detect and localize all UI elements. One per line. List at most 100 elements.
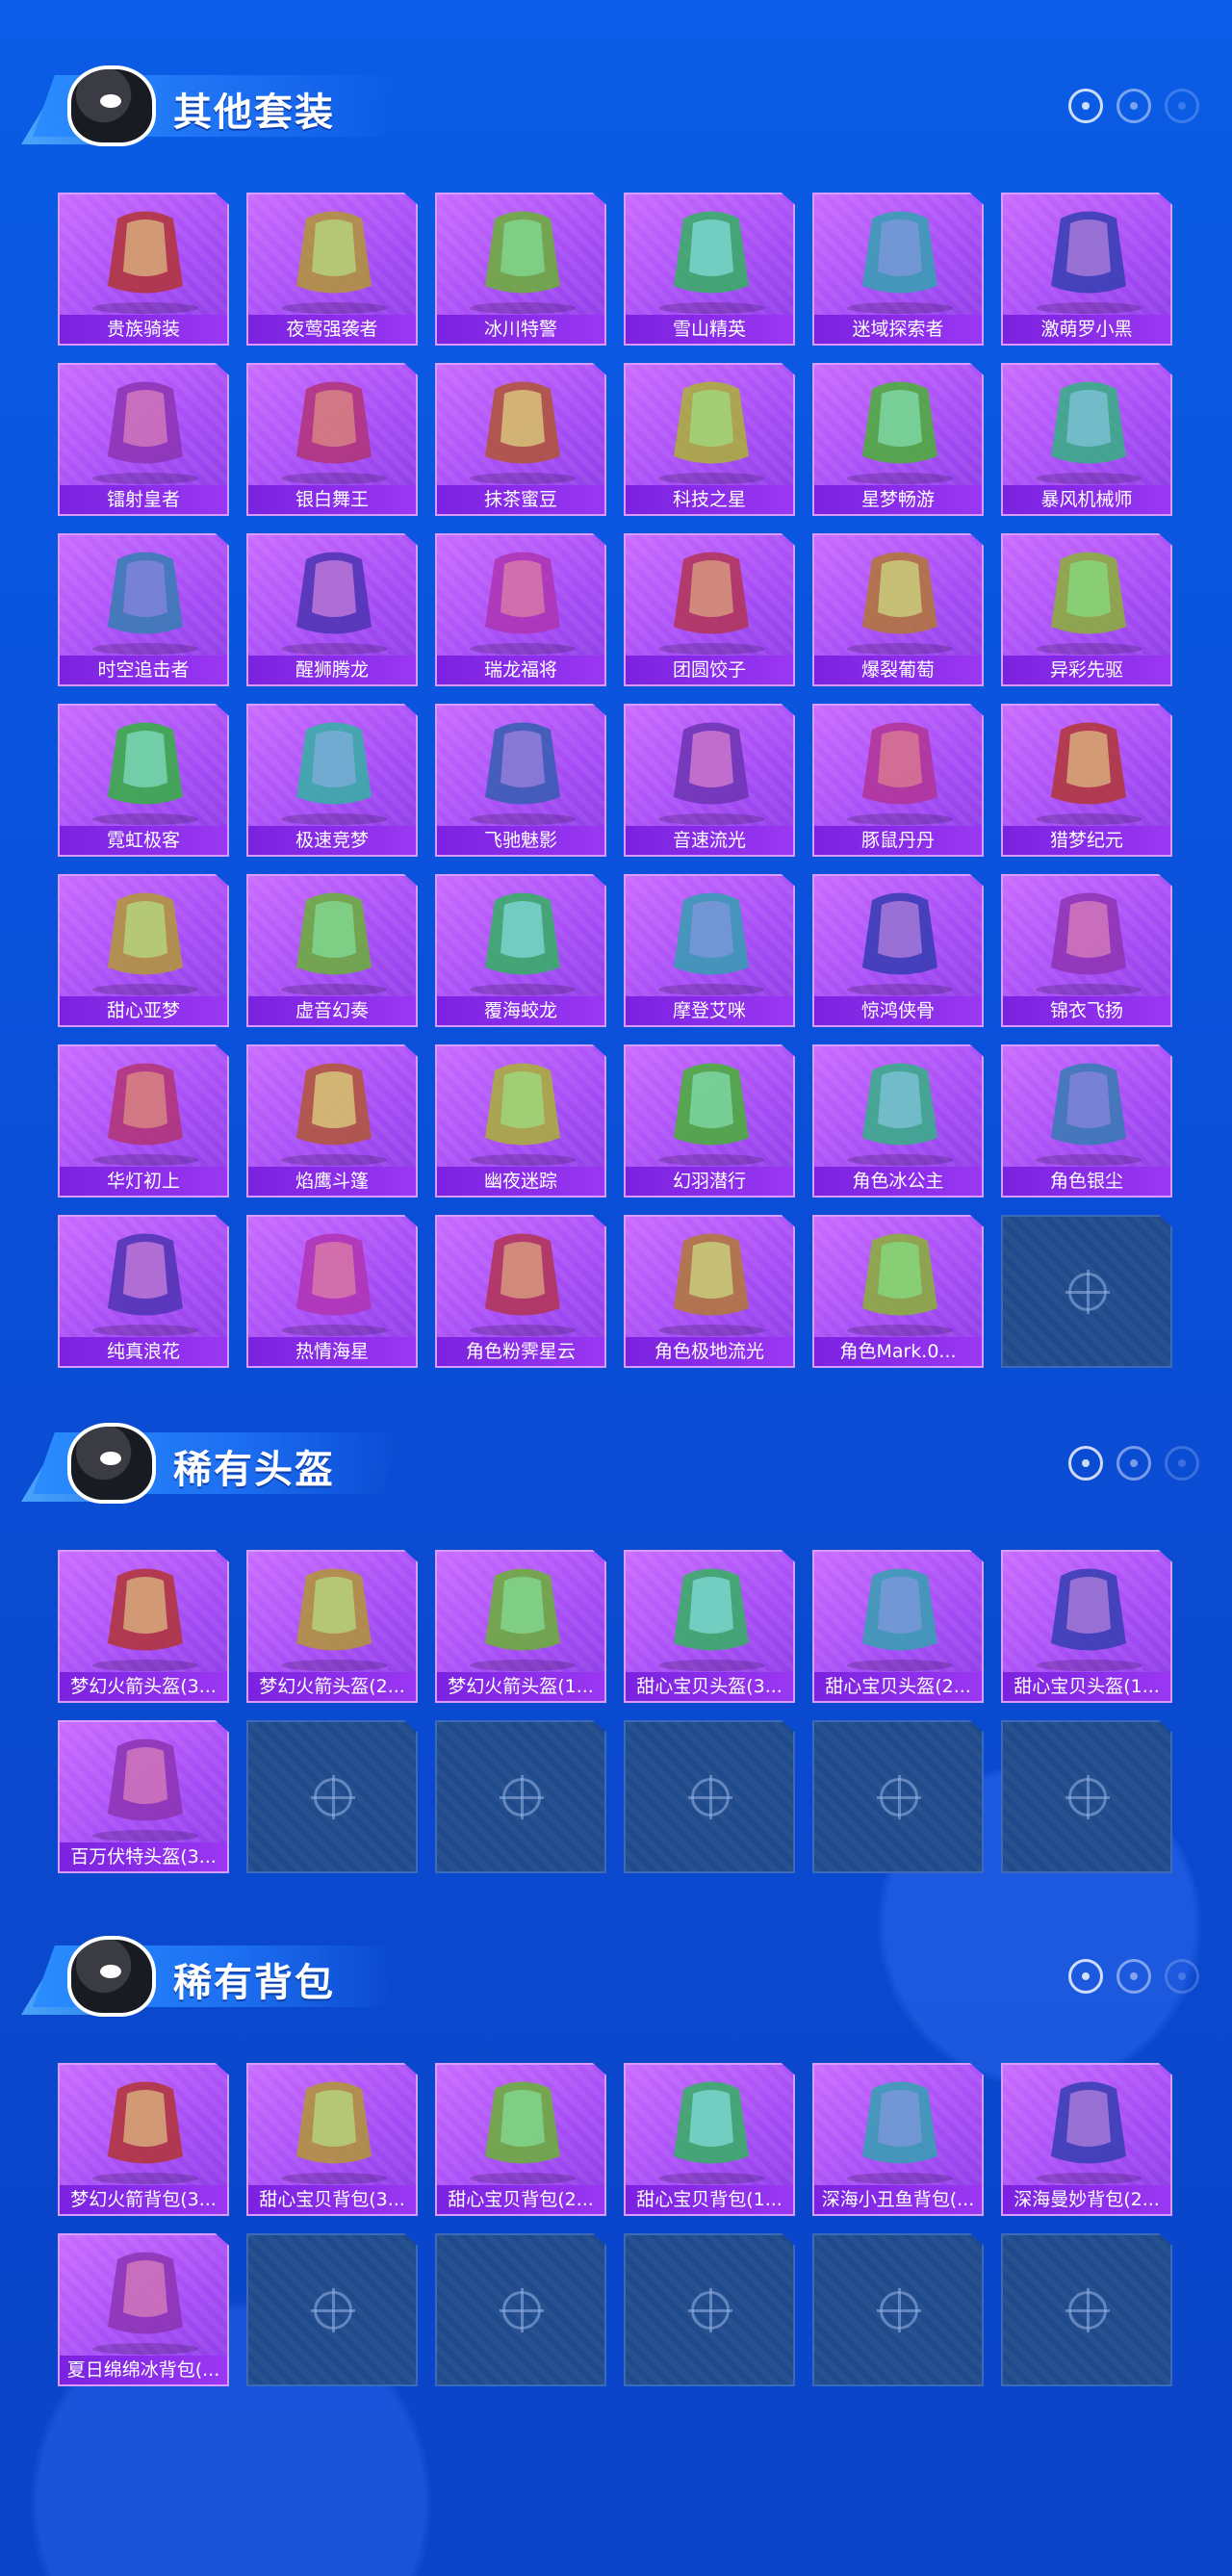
- item-card[interactable]: 惊鸿侠骨: [812, 874, 984, 1027]
- item-card[interactable]: 热情海星: [246, 1215, 418, 1368]
- empty-slot: [1001, 2233, 1172, 2386]
- item-card[interactable]: 梦幻火箭背包(3...: [58, 2063, 229, 2216]
- item-label: 甜心宝贝背包(2...: [437, 2185, 604, 2214]
- item-card[interactable]: 梦幻火箭头盔(2...: [246, 1550, 418, 1703]
- item-card[interactable]: 焰鹰斗篷: [246, 1044, 418, 1198]
- item-label: 时空追击者: [60, 656, 227, 684]
- item-card[interactable]: 百万伏特头盔(3...: [58, 1720, 229, 1873]
- item-card[interactable]: 霓虹极客: [58, 704, 229, 857]
- item-card[interactable]: 爆裂葡萄: [812, 533, 984, 686]
- mascot-icon: [67, 1936, 156, 2017]
- item-card[interactable]: 雪山精英: [624, 193, 795, 346]
- item-image: [60, 2065, 227, 2189]
- item-label: 霓虹极客: [60, 826, 227, 855]
- item-card[interactable]: 深海曼妙背包(2...: [1001, 2063, 1172, 2216]
- item-card[interactable]: 甜心宝贝头盔(3...: [624, 1550, 795, 1703]
- item-card[interactable]: 瑞龙福将: [435, 533, 606, 686]
- reticle-decoration: [1068, 89, 1199, 123]
- item-image: [814, 1217, 982, 1341]
- item-card[interactable]: 夏日绵绵冰背包(...: [58, 2233, 229, 2386]
- item-card[interactable]: 镭射皇者: [58, 363, 229, 516]
- item-card[interactable]: 音速流光: [624, 704, 795, 857]
- item-card[interactable]: 猎梦纪元: [1001, 704, 1172, 857]
- item-card[interactable]: 醒狮腾龙: [246, 533, 418, 686]
- item-card[interactable]: 角色极地流光: [624, 1215, 795, 1368]
- item-card[interactable]: 抹茶蜜豆: [435, 363, 606, 516]
- item-card[interactable]: 梦幻火箭头盔(1...: [435, 1550, 606, 1703]
- section-header: 稀有背包: [0, 1919, 1232, 2024]
- item-card[interactable]: 异彩先驱: [1001, 533, 1172, 686]
- item-card[interactable]: 角色冰公主: [812, 1044, 984, 1198]
- item-image: [60, 706, 227, 830]
- mascot-icon: [67, 65, 156, 146]
- item-image: [814, 1046, 982, 1171]
- item-image: [60, 1046, 227, 1171]
- item-card[interactable]: 夜莺强袭者: [246, 193, 418, 346]
- crosshair-icon: [500, 1775, 544, 1819]
- section-title: 其他套装: [173, 90, 335, 135]
- item-card[interactable]: 幻羽潜行: [624, 1044, 795, 1198]
- item-card[interactable]: 梦幻火箭头盔(3...: [58, 1550, 229, 1703]
- item-card[interactable]: 甜心亚梦: [58, 874, 229, 1027]
- empty-slot: [435, 2233, 606, 2386]
- item-label: 银白舞王: [248, 485, 416, 514]
- item-card[interactable]: 暴风机械师: [1001, 363, 1172, 516]
- section-rare-backpacks: 稀有背包 梦幻火箭背包(3... 甜心宝贝背包(3... 甜心宝贝背包(2... 甜心…: [0, 1919, 1232, 2386]
- item-card[interactable]: 星梦畅游: [812, 363, 984, 516]
- item-card[interactable]: 甜心宝贝背包(1...: [624, 2063, 795, 2216]
- item-card[interactable]: 摩登艾咪: [624, 874, 795, 1027]
- item-card[interactable]: 深海小丑鱼背包(...: [812, 2063, 984, 2216]
- item-image: [248, 535, 416, 659]
- item-label: 梦幻火箭背包(3...: [60, 2185, 227, 2214]
- item-image: [248, 706, 416, 830]
- item-card[interactable]: 激萌罗小黑: [1001, 193, 1172, 346]
- item-label: 梦幻火箭头盔(3...: [60, 1672, 227, 1701]
- item-card[interactable]: 迷域探索者: [812, 193, 984, 346]
- item-image: [1003, 535, 1170, 659]
- item-card[interactable]: 角色粉霁星云: [435, 1215, 606, 1368]
- item-image: [437, 2065, 604, 2189]
- item-card[interactable]: 豚鼠丹丹: [812, 704, 984, 857]
- item-card[interactable]: 虚音幻奏: [246, 874, 418, 1027]
- item-card[interactable]: 角色银尘: [1001, 1044, 1172, 1198]
- item-card[interactable]: 时空追击者: [58, 533, 229, 686]
- item-card[interactable]: 角色Mark.0...: [812, 1215, 984, 1368]
- crosshair-icon: [500, 2288, 544, 2332]
- item-image: [626, 1217, 793, 1341]
- item-image: [437, 365, 604, 489]
- empty-slot: [435, 1720, 606, 1873]
- item-card[interactable]: 飞驰魅影: [435, 704, 606, 857]
- item-image: [626, 1046, 793, 1171]
- item-label: 甜心宝贝背包(1...: [626, 2185, 793, 2214]
- item-card[interactable]: 甜心宝贝头盔(2...: [812, 1550, 984, 1703]
- item-card[interactable]: 幽夜迷踪: [435, 1044, 606, 1198]
- item-card[interactable]: 科技之星: [624, 363, 795, 516]
- item-card[interactable]: 银白舞王: [246, 363, 418, 516]
- item-card[interactable]: 团圆饺子: [624, 533, 795, 686]
- item-label: 深海曼妙背包(2...: [1003, 2185, 1170, 2214]
- item-card[interactable]: 华灯初上: [58, 1044, 229, 1198]
- item-card[interactable]: 锦衣飞扬: [1001, 874, 1172, 1027]
- item-card[interactable]: 冰川特警: [435, 193, 606, 346]
- section-title: 稀有背包: [173, 1961, 335, 2005]
- item-label: 飞驰魅影: [437, 826, 604, 855]
- crosshair-icon: [688, 1775, 732, 1819]
- item-card[interactable]: 极速竞梦: [246, 704, 418, 857]
- item-label: 猎梦纪元: [1003, 826, 1170, 855]
- item-card[interactable]: 纯真浪花: [58, 1215, 229, 1368]
- item-image: [1003, 194, 1170, 319]
- item-card[interactable]: 贵族骑装: [58, 193, 229, 346]
- item-label: 甜心宝贝头盔(3...: [626, 1672, 793, 1701]
- crosshair-icon: [1065, 2288, 1110, 2332]
- item-label: 惊鸿侠骨: [814, 996, 982, 1025]
- item-image: [814, 876, 982, 1000]
- crosshair-icon: [1165, 1446, 1199, 1481]
- item-label: 爆裂葡萄: [814, 656, 982, 684]
- item-card[interactable]: 甜心宝贝背包(2...: [435, 2063, 606, 2216]
- item-card[interactable]: 覆海蛟龙: [435, 874, 606, 1027]
- item-label: 梦幻火箭头盔(2...: [248, 1672, 416, 1701]
- crosshair-icon: [1065, 1775, 1110, 1819]
- item-card[interactable]: 甜心宝贝背包(3...: [246, 2063, 418, 2216]
- item-card[interactable]: 甜心宝贝头盔(1...: [1001, 1550, 1172, 1703]
- empty-slot: [812, 1720, 984, 1873]
